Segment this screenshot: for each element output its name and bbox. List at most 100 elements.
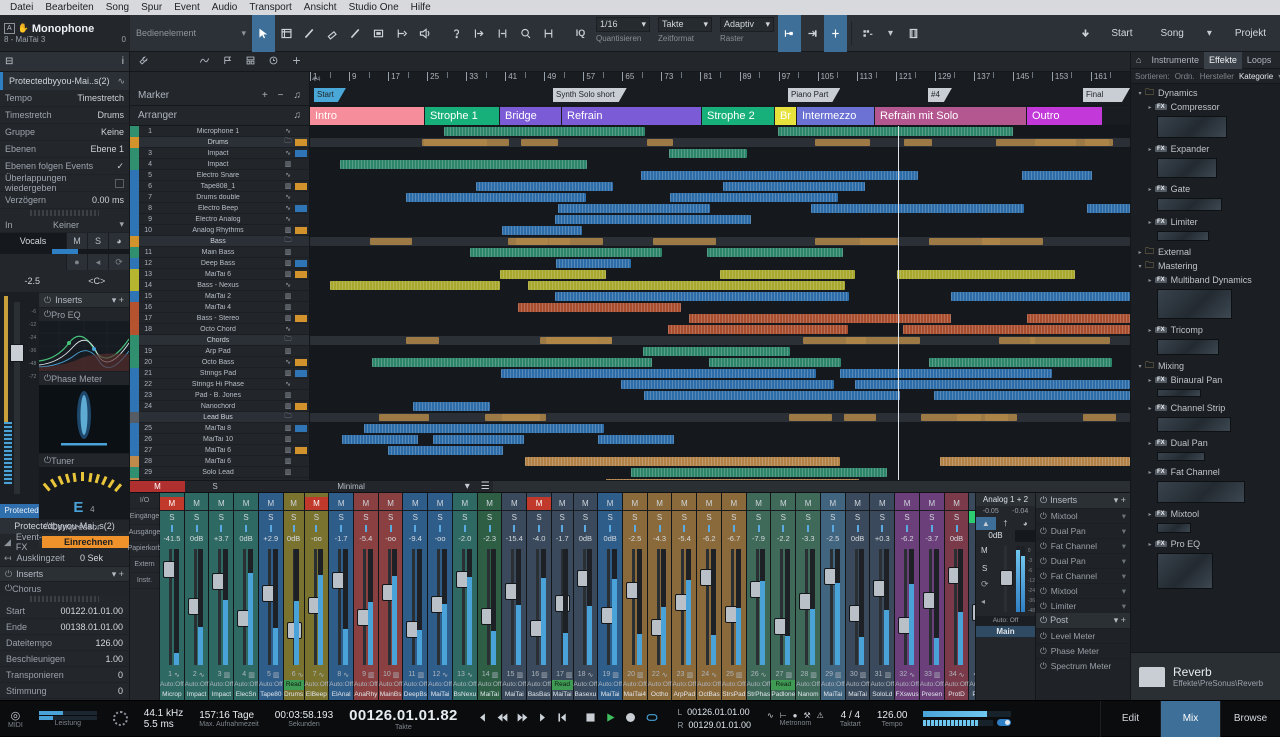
- event-fx-row[interactable]: ◢ Event-FX Einrechnen: [0, 532, 129, 552]
- strip-solo-button[interactable]: S: [477, 510, 502, 523]
- paint-tool-icon[interactable]: [344, 15, 367, 52]
- clip[interactable]: [469, 248, 662, 257]
- menu-item-spur[interactable]: Spur: [135, 0, 168, 15]
- strip-mute-button[interactable]: M: [648, 497, 672, 510]
- strip-automation-mode[interactable]: Auto:Off: [428, 680, 452, 690]
- arranger-section[interactable]: Br: [775, 107, 796, 125]
- download-icon[interactable]: [1074, 15, 1097, 52]
- monitor-icon[interactable]: ◕: [108, 233, 129, 249]
- mixer-channel-strip[interactable]: M S -4.3 22 ∿ Auto:Off Octho: [647, 493, 673, 700]
- clip[interactable]: [443, 127, 645, 136]
- strip-pan-control[interactable]: [697, 523, 721, 533]
- track-name[interactable]: Tape808_1: [155, 183, 281, 190]
- strip-automation-mode[interactable]: Auto:Off: [672, 680, 696, 690]
- strip-pan-control[interactable]: [234, 523, 258, 533]
- track-name[interactable]: Electro Analog: [155, 216, 281, 223]
- track-row[interactable]: 7 Drums double ∿: [130, 191, 309, 203]
- track-row[interactable]: 26 MaiTai 10 ▥: [130, 433, 309, 445]
- mixer-channel-strip[interactable]: M S +2.9 5 ▥ Auto:Off Tape80: [258, 493, 284, 700]
- film-icon[interactable]: [902, 15, 925, 52]
- browser-plugin[interactable]: ▸ FX Mixtool: [1131, 507, 1280, 521]
- clip[interactable]: [643, 391, 901, 400]
- strip-volume-value[interactable]: -2.5: [821, 533, 845, 545]
- power-icon[interactable]: ⏻: [1040, 646, 1047, 657]
- strip-solo-button[interactable]: S: [895, 510, 919, 523]
- mixer-inserts-header[interactable]: ⏻ Inserts ▾ +: [1036, 493, 1130, 508]
- mixer-channel-strip[interactable]: M S 0dB 2 ∿ Auto:Off Impact: [184, 493, 210, 700]
- track-name[interactable]: Drums: [155, 139, 281, 146]
- strip-name[interactable]: ElBeep: [305, 690, 329, 700]
- bars-display[interactable]: 00126.01.01.82 Takte: [341, 707, 465, 731]
- menu-item-hilfe[interactable]: Hilfe: [405, 0, 437, 15]
- strip-solo-button[interactable]: S: [647, 510, 672, 523]
- strip-solo-button[interactable]: S: [944, 510, 969, 523]
- inspector-row[interactable]: Gruppe Keine: [0, 124, 129, 141]
- clip[interactable]: [934, 391, 1130, 400]
- track-row[interactable]: 18 Octo Chord ∿: [130, 323, 309, 335]
- strip-name[interactable]: MaiTai4: [623, 690, 647, 700]
- track-folder-row[interactable]: Drums 🗀: [130, 136, 309, 148]
- record-arm-icon[interactable]: ●: [66, 254, 87, 270]
- arranger-note-icon[interactable]: ♫: [294, 110, 302, 121]
- grid-field[interactable]: Adaptiv ▾ Raster: [716, 15, 778, 51]
- strip-pan-control[interactable]: [185, 523, 209, 533]
- home-icon[interactable]: ⌂: [1131, 52, 1146, 69]
- browser-plugin[interactable]: ▸ FX Binaural Pan: [1131, 373, 1280, 387]
- instrument-value[interactable]: 0: [122, 35, 126, 44]
- clip[interactable]: [413, 402, 490, 411]
- strip-mute-button[interactable]: M: [821, 497, 845, 510]
- plugin-thumbnail[interactable]: [1157, 158, 1217, 178]
- track-row[interactable]: 4 Impact ▥: [130, 158, 309, 170]
- listen-tool-icon[interactable]: [413, 15, 436, 52]
- mixer-channel-strip[interactable]: M S +0.3 31 ▥ Auto:Off SoloLd: [870, 493, 896, 700]
- main-mute-button[interactable]: M: [981, 546, 988, 555]
- track-name[interactable]: Chords: [155, 337, 281, 344]
- folder-clip[interactable]: [802, 337, 867, 344]
- browser-folder[interactable]: ▸ 🗀 External: [1131, 245, 1280, 259]
- strip-fader[interactable]: [598, 545, 622, 669]
- strip-solo-button[interactable]: S: [502, 510, 527, 523]
- clip[interactable]: [525, 457, 840, 466]
- insert-pro-eq[interactable]: ⏻ Pro EQ: [39, 307, 129, 321]
- strip-name[interactable]: MaiTai: [502, 690, 526, 700]
- strip-pan-control[interactable]: [771, 523, 795, 533]
- track-name[interactable]: Electro Beep: [155, 205, 281, 212]
- track-row[interactable]: 24 Nanochord ▥: [130, 400, 309, 412]
- strip-mute-button[interactable]: M: [598, 497, 622, 510]
- next-icon[interactable]: [536, 711, 549, 727]
- mixer-insert-slot[interactable]: ⏻ Dual Pan ▾: [1036, 553, 1130, 568]
- strip-pan-control[interactable]: [478, 523, 502, 533]
- chevron-right-icon[interactable]: ▸: [1145, 440, 1155, 447]
- clip[interactable]: [707, 248, 844, 257]
- mixer-post-add-icon[interactable]: ▾ +: [1114, 615, 1126, 626]
- chevron-down-icon[interactable]: ▾: [1122, 541, 1126, 552]
- clip[interactable]: [669, 149, 747, 158]
- solo-button[interactable]: S: [87, 233, 108, 249]
- strip-fader[interactable]: [672, 545, 696, 669]
- power-icon[interactable]: ⏻: [1040, 571, 1047, 582]
- strip-mute-button[interactable]: M: [747, 497, 771, 510]
- strip-volume-value[interactable]: -5.4: [354, 533, 378, 545]
- arranger-section[interactable]: Intro: [310, 107, 424, 125]
- strip-pan-control[interactable]: [284, 523, 304, 533]
- track-name[interactable]: Bass - Stereo: [155, 315, 281, 322]
- strip-fader[interactable]: [722, 545, 746, 669]
- track-name[interactable]: MaiTai 8: [155, 425, 281, 432]
- strip-volume-value[interactable]: 0dB: [234, 533, 258, 545]
- mixer-channel-strip[interactable]: M S -1.7 8 ∿ Auto:Off ElAnal: [329, 493, 355, 700]
- global-mute-button[interactable]: M: [130, 481, 185, 492]
- strip-mute-button[interactable]: M: [478, 497, 502, 510]
- strip-name[interactable]: Microp: [160, 690, 184, 700]
- power-icon[interactable]: ⏻: [1040, 495, 1047, 505]
- strip-automation-mode[interactable]: Auto:Off: [305, 680, 329, 690]
- strip-name[interactable]: AnaRhy: [354, 690, 378, 700]
- strip-pan-control[interactable]: [623, 523, 647, 533]
- monitor-toggle-icon[interactable]: ◂: [87, 254, 108, 270]
- folder-clip[interactable]: [985, 414, 1017, 421]
- strip-solo-button[interactable]: S: [573, 510, 598, 523]
- strip-pan-control[interactable]: [453, 523, 477, 533]
- strip-volume-value[interactable]: -5.4: [672, 533, 696, 545]
- strip-pan-control[interactable]: [945, 523, 969, 533]
- strip-solo-button[interactable]: S: [551, 510, 573, 523]
- strip-fader[interactable]: [329, 545, 353, 669]
